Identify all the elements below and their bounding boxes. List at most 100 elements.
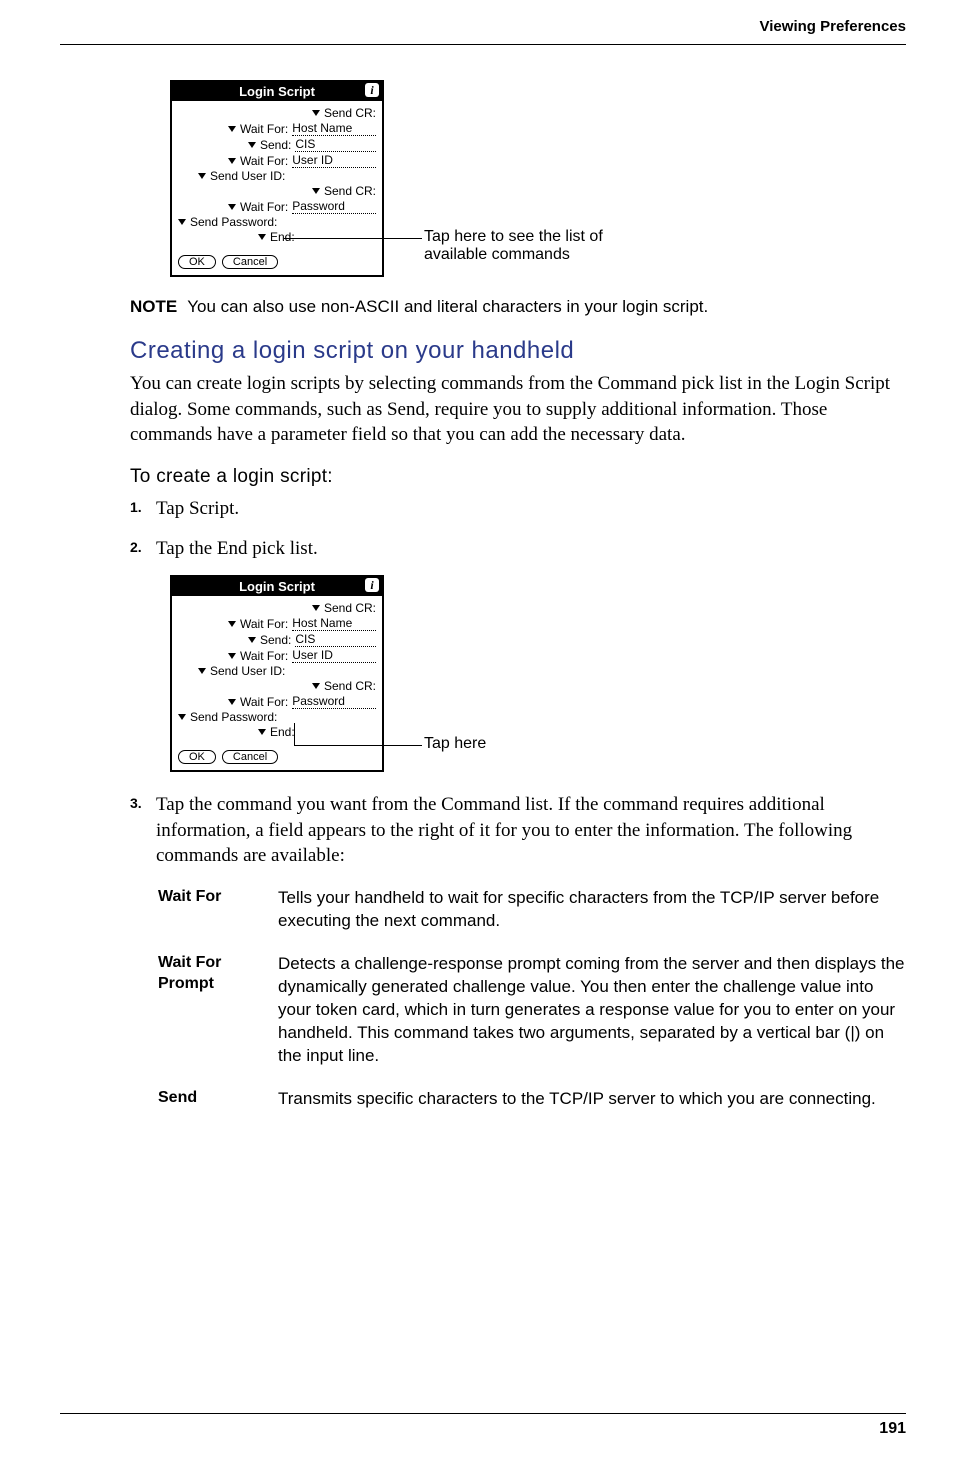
command-name: Wait For Prompt bbox=[158, 953, 278, 1068]
command-row: Send Transmits specific characters to th… bbox=[158, 1088, 906, 1111]
command-desc: Tells your handheld to wait for specific… bbox=[278, 887, 906, 933]
row-label: End: bbox=[270, 230, 295, 244]
dropdown-icon bbox=[228, 699, 236, 705]
script-row[interactable]: Send CR: bbox=[178, 106, 376, 120]
row-label: End: bbox=[270, 725, 295, 739]
command-name: Send bbox=[158, 1088, 278, 1111]
row-value[interactable]: User ID bbox=[292, 648, 376, 663]
row-value[interactable]: Host Name bbox=[292, 121, 376, 136]
dropdown-icon bbox=[228, 126, 236, 132]
section-heading: Creating a login script on your handheld bbox=[130, 337, 906, 365]
cancel-button[interactable]: Cancel bbox=[222, 255, 278, 269]
dialog-body: Send CR: Wait For: Host Name Send: CIS Wai… bbox=[172, 101, 382, 251]
footer-rule bbox=[60, 1413, 906, 1414]
note-block: NOTE You can also use non-ASCII and liter… bbox=[130, 297, 906, 317]
ok-button[interactable]: OK bbox=[178, 750, 216, 764]
palm-dialog: Login Script i Send CR: Wait For: Host Na… bbox=[170, 80, 384, 277]
row-label: Wait For: bbox=[240, 617, 288, 631]
script-row[interactable]: Wait For: Password bbox=[178, 199, 376, 214]
row-value[interactable]: CIS bbox=[295, 137, 376, 152]
dialog-titlebar: Login Script i bbox=[172, 82, 382, 101]
step-text: Tap the End pick list. bbox=[156, 536, 906, 562]
section-body: You can create login scripts by selectin… bbox=[130, 371, 906, 448]
dropdown-icon bbox=[258, 729, 266, 735]
dropdown-icon bbox=[178, 219, 186, 225]
script-row[interactable]: Send User ID: bbox=[178, 664, 376, 678]
script-row[interactable]: Wait For: Host Name bbox=[178, 616, 376, 631]
row-value[interactable]: CIS bbox=[295, 632, 376, 647]
dropdown-icon bbox=[198, 668, 206, 674]
script-row[interactable]: Send CR: bbox=[178, 184, 376, 198]
dropdown-icon bbox=[228, 204, 236, 210]
script-row-end[interactable]: End: bbox=[178, 725, 376, 739]
row-label: Wait For: bbox=[240, 649, 288, 663]
dropdown-icon bbox=[228, 158, 236, 164]
script-row[interactable]: Send CR: bbox=[178, 679, 376, 693]
callout-line bbox=[294, 745, 422, 746]
note-label: NOTE bbox=[130, 297, 177, 316]
script-row[interactable]: Wait For: Host Name bbox=[178, 121, 376, 136]
callout-line bbox=[294, 723, 296, 745]
row-label: Wait For: bbox=[240, 200, 288, 214]
step-text: Tap Script. bbox=[156, 496, 906, 522]
dialog-body: Send CR: Wait For: Host Name Send: CIS Wai… bbox=[172, 596, 382, 746]
row-value[interactable]: User ID bbox=[292, 153, 376, 168]
dropdown-icon bbox=[248, 637, 256, 643]
row-label: Send CR: bbox=[324, 601, 376, 615]
row-value[interactable]: Password bbox=[292, 199, 376, 214]
dialog-title: Login Script bbox=[239, 84, 315, 99]
callout-line bbox=[284, 238, 422, 239]
row-label: Send Password: bbox=[190, 215, 277, 229]
script-row[interactable]: Send Password: bbox=[178, 710, 376, 724]
step-text: Tap the command you want from the Comman… bbox=[156, 792, 906, 869]
dropdown-icon bbox=[312, 188, 320, 194]
dialog-title: Login Script bbox=[239, 579, 315, 594]
row-label: Wait For: bbox=[240, 122, 288, 136]
row-label: Send Password: bbox=[190, 710, 277, 724]
header-rule bbox=[60, 44, 906, 45]
row-label: Send User ID: bbox=[210, 664, 285, 678]
callout-text: Tap here bbox=[424, 735, 486, 753]
page-header: Viewing Preferences bbox=[760, 18, 906, 35]
dialog-titlebar: Login Script i bbox=[172, 577, 382, 596]
script-row[interactable]: Wait For:User ID bbox=[178, 153, 376, 168]
cancel-button[interactable]: Cancel bbox=[222, 750, 278, 764]
command-desc: Transmits specific characters to the TCP… bbox=[278, 1088, 906, 1111]
row-label: Send CR: bbox=[324, 184, 376, 198]
row-label: Send: bbox=[260, 138, 291, 152]
script-row[interactable]: Send User ID: bbox=[178, 169, 376, 183]
script-row[interactable]: Send CR: bbox=[178, 601, 376, 615]
procedure-heading: To create a login script: bbox=[130, 466, 906, 488]
script-row[interactable]: Send: CIS bbox=[178, 137, 376, 152]
info-icon[interactable]: i bbox=[365, 578, 379, 592]
step-number: 3. bbox=[130, 792, 156, 869]
step-item: 2. Tap the End pick list. bbox=[130, 536, 906, 562]
dropdown-icon bbox=[228, 621, 236, 627]
page-number: 191 bbox=[879, 1420, 906, 1438]
row-label: Send CR: bbox=[324, 679, 376, 693]
dropdown-icon bbox=[228, 653, 236, 659]
row-value[interactable]: Password bbox=[292, 694, 376, 709]
command-name: Wait For bbox=[158, 887, 278, 933]
row-label: Wait For: bbox=[240, 695, 288, 709]
dropdown-icon bbox=[312, 605, 320, 611]
dropdown-icon bbox=[248, 142, 256, 148]
row-label: Send: bbox=[260, 633, 291, 647]
info-icon[interactable]: i bbox=[365, 83, 379, 97]
row-label: Send CR: bbox=[324, 106, 376, 120]
command-row: Wait For Tells your handheld to wait for… bbox=[158, 887, 906, 933]
row-value[interactable]: Host Name bbox=[292, 616, 376, 631]
script-row[interactable]: Wait For: Password bbox=[178, 694, 376, 709]
command-row: Wait For Prompt Detects a challenge-resp… bbox=[158, 953, 906, 1068]
dropdown-icon bbox=[178, 714, 186, 720]
dropdown-icon bbox=[312, 683, 320, 689]
script-row[interactable]: Wait For: User ID bbox=[178, 648, 376, 663]
script-row[interactable]: Send Password: bbox=[178, 215, 376, 229]
figure-login-script-1: Login Script i Send CR: Wait For: Host Na… bbox=[170, 80, 906, 277]
step-item: 3. Tap the command you want from the Com… bbox=[130, 792, 906, 869]
note-text: You can also use non-ASCII and literal c… bbox=[187, 297, 708, 316]
script-row-end[interactable]: End: bbox=[178, 230, 376, 244]
dropdown-icon bbox=[312, 110, 320, 116]
ok-button[interactable]: OK bbox=[178, 255, 216, 269]
script-row[interactable]: Send: CIS bbox=[178, 632, 376, 647]
